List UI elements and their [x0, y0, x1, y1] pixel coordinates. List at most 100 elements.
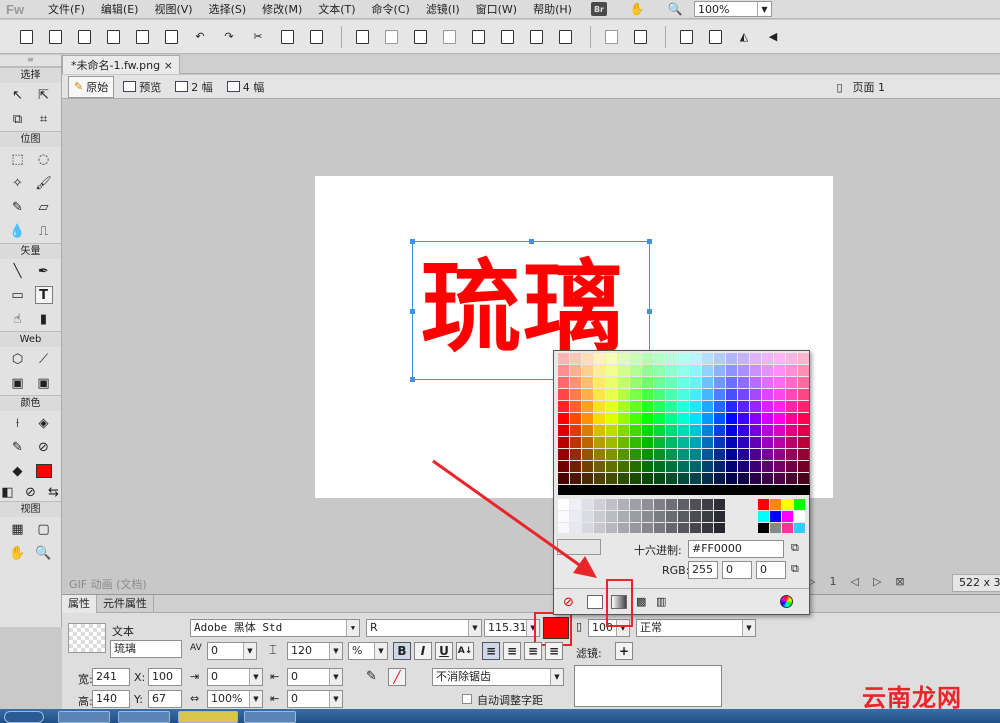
eraser-tool-icon[interactable]: ▱ — [35, 198, 53, 216]
color-swatch[interactable] — [678, 377, 689, 388]
page-selector[interactable]: ▯ 页面 1 — [836, 79, 885, 95]
color-swatch[interactable] — [570, 437, 581, 448]
brush-tool-icon[interactable]: 🖌 — [35, 174, 53, 192]
color-swatch[interactable] — [558, 377, 569, 388]
green-field[interactable]: 0 — [722, 561, 752, 579]
magic-wand-tool-icon[interactable]: ✧ — [9, 174, 27, 192]
color-swatch[interactable] — [606, 353, 617, 364]
color-swatch[interactable] — [642, 449, 653, 460]
primary-swatch[interactable] — [794, 523, 805, 533]
zoom-tool-icon[interactable]: 🔍 — [35, 544, 53, 562]
gray-swatch[interactable] — [630, 511, 641, 522]
color-swatch[interactable] — [654, 437, 665, 448]
color-swatch[interactable] — [606, 377, 617, 388]
color-swatch[interactable] — [738, 461, 749, 472]
color-swatch[interactable] — [630, 473, 641, 484]
color-swatch[interactable] — [654, 473, 665, 484]
color-swatch[interactable] — [762, 449, 773, 460]
color-swatch[interactable] — [738, 365, 749, 376]
pattern-fill-icon[interactable]: ▩ — [636, 595, 646, 608]
color-swatch[interactable] — [654, 365, 665, 376]
paint-bucket-tool-icon[interactable]: ◈ — [35, 414, 53, 432]
color-swatch[interactable] — [618, 353, 629, 364]
color-swatch[interactable] — [786, 437, 797, 448]
scale-tool-icon[interactable]: ⧉ — [9, 110, 27, 128]
auto-kern-checkbox[interactable] — [462, 694, 472, 704]
color-swatch[interactable] — [762, 425, 773, 436]
color-swatch[interactable] — [786, 473, 797, 484]
color-swatch[interactable] — [750, 365, 761, 376]
color-swatch[interactable] — [582, 365, 593, 376]
height-field[interactable]: 140 — [92, 690, 130, 708]
color-swatch[interactable] — [750, 461, 761, 472]
cut-button[interactable]: ✂ — [246, 25, 270, 49]
primary-swatch[interactable] — [758, 499, 769, 510]
color-swatch[interactable] — [618, 401, 629, 412]
gray-swatch[interactable] — [690, 511, 701, 522]
color-swatch[interactable] — [762, 389, 773, 400]
color-swatch[interactable] — [702, 353, 713, 364]
color-swatch[interactable] — [582, 413, 593, 424]
gray-swatch[interactable] — [714, 523, 725, 533]
pointer-tool-icon[interactable]: ↖ — [9, 86, 27, 104]
gray-swatch[interactable] — [606, 523, 617, 533]
gray-swatch[interactable] — [618, 523, 629, 533]
view-preview-button[interactable]: 预览 — [118, 77, 166, 97]
color-swatch[interactable] — [570, 401, 581, 412]
primary-swatch[interactable] — [758, 523, 769, 533]
blur-tool-icon[interactable]: 💧 — [9, 222, 27, 240]
group-button[interactable] — [350, 25, 374, 49]
primary-swatch[interactable] — [770, 511, 781, 522]
gray-swatch[interactable] — [702, 511, 713, 522]
color-swatch[interactable] — [630, 365, 641, 376]
new-button[interactable] — [14, 25, 38, 49]
color-swatch[interactable] — [582, 425, 593, 436]
color-swatch[interactable] — [714, 401, 725, 412]
marquee-tool-icon[interactable]: ⬚ — [9, 150, 27, 168]
color-swatch[interactable] — [750, 353, 761, 364]
align-justify-icon[interactable]: ≡ — [545, 642, 563, 660]
rotate-cw-button[interactable] — [703, 25, 727, 49]
color-swatch[interactable] — [654, 413, 665, 424]
color-swatch[interactable] — [606, 437, 617, 448]
color-swatch[interactable] — [618, 473, 629, 484]
texture-fill-icon[interactable]: ▥ — [656, 595, 666, 608]
split-button[interactable] — [437, 25, 461, 49]
show-slices-icon[interactable]: ▣ — [35, 374, 53, 392]
gray-swatch[interactable] — [654, 523, 665, 533]
space-after-field[interactable]: 0 ▼ — [287, 690, 343, 708]
color-swatch[interactable] — [690, 389, 701, 400]
primary-swatch[interactable] — [770, 499, 781, 510]
slice-tool-icon[interactable]: ⟋ — [35, 350, 53, 368]
gray-swatch[interactable] — [678, 511, 689, 522]
color-swatch[interactable] — [786, 461, 797, 472]
color-swatch[interactable] — [786, 413, 797, 424]
send-backward-button[interactable] — [524, 25, 548, 49]
close-icon[interactable]: × — [164, 59, 173, 72]
stroke-color-swatch[interactable]: ╱ — [388, 668, 406, 686]
color-swatch[interactable] — [726, 473, 737, 484]
align-button[interactable] — [628, 25, 652, 49]
crop-tool-icon[interactable]: ⌗ — [35, 110, 53, 128]
menu-text[interactable]: 文本(T) — [310, 1, 363, 17]
subselect-tool-icon[interactable]: ⇱ — [35, 86, 53, 104]
color-swatch[interactable] — [774, 425, 785, 436]
color-swatch[interactable] — [606, 413, 617, 424]
width-field[interactable]: 241 — [92, 668, 130, 686]
color-swatch[interactable] — [738, 437, 749, 448]
object-name-field[interactable]: 琉璃 — [110, 640, 182, 658]
color-swatch[interactable] — [642, 425, 653, 436]
resize-handle[interactable] — [410, 377, 415, 382]
pencil-tool-icon[interactable]: ✎ — [9, 198, 27, 216]
gray-swatch[interactable] — [690, 523, 701, 533]
gray-swatch[interactable] — [666, 499, 677, 510]
menu-edit[interactable]: 编辑(E) — [93, 1, 147, 17]
redo-button[interactable]: ↷ — [217, 25, 241, 49]
document-tab[interactable]: *未命名-1.fw.png × — [62, 55, 180, 74]
color-swatch[interactable] — [690, 353, 701, 364]
resize-handle[interactable] — [647, 239, 652, 244]
taskbar-app-active[interactable] — [178, 711, 238, 723]
color-swatch[interactable] — [666, 473, 677, 484]
color-swatch[interactable] — [654, 425, 665, 436]
open-button[interactable] — [72, 25, 96, 49]
